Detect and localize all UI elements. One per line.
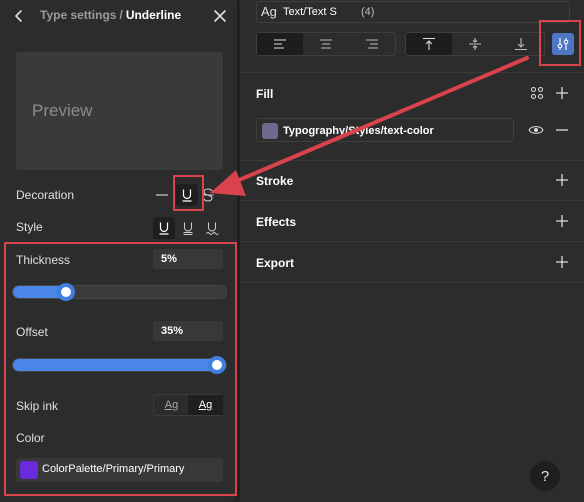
vertical-align-group	[405, 32, 545, 56]
preview-area: Preview	[16, 52, 223, 170]
breadcrumb-separator: /	[119, 8, 123, 22]
effects-section-title: Effects	[256, 215, 297, 229]
eye-icon[interactable]	[528, 123, 544, 137]
section-divider	[240, 241, 584, 242]
annotation-box-underline-options	[4, 242, 237, 496]
breadcrumb-current: Underline	[125, 8, 182, 22]
section-divider	[240, 200, 584, 201]
section-divider	[240, 72, 584, 73]
fill-style-name: Typography/Styles/text-color	[283, 125, 434, 137]
help-button[interactable]: ?	[530, 461, 560, 491]
underline-double-icon[interactable]	[177, 217, 199, 239]
grid-styles-icon[interactable]	[530, 86, 544, 100]
text-style-name: Text/Text S	[283, 6, 337, 18]
decoration-label: Decoration	[16, 188, 75, 202]
text-style-selector[interactable]: Ag Text/Text S (4)	[256, 1, 570, 23]
fill-section-title: Fill	[256, 87, 274, 101]
align-bottom-icon[interactable]	[498, 33, 544, 55]
text-style-size: (4)	[361, 6, 375, 18]
annotation-box-settings	[539, 20, 581, 66]
stroke-section-title: Stroke	[256, 174, 294, 188]
add-export-icon[interactable]	[554, 254, 570, 270]
breadcrumb-parent[interactable]: Type settings	[40, 8, 116, 22]
underline-solid-icon[interactable]	[153, 217, 175, 239]
align-top-icon[interactable]	[406, 33, 452, 55]
underline-style-selector	[153, 217, 223, 239]
horizontal-align-group	[256, 32, 396, 56]
align-middle-icon[interactable]	[452, 33, 498, 55]
line-none-icon[interactable]	[151, 184, 173, 206]
add-fill-icon[interactable]	[554, 85, 570, 101]
align-left-icon[interactable]	[257, 33, 303, 55]
text-style-icon: Ag	[261, 4, 277, 19]
add-effect-icon[interactable]	[554, 213, 570, 229]
close-icon[interactable]	[211, 7, 229, 25]
align-right-icon[interactable]	[349, 33, 395, 55]
remove-fill-icon[interactable]	[554, 122, 570, 138]
fill-swatch[interactable]	[262, 123, 278, 139]
add-stroke-icon[interactable]	[554, 172, 570, 188]
back-arrow-icon[interactable]	[10, 7, 28, 25]
fill-style-row[interactable]: Typography/Styles/text-color	[256, 118, 514, 142]
annotation-box-underline	[173, 175, 204, 211]
design-panel: Ag Text/Text S (4) Fill Typography/Style…	[240, 0, 584, 502]
panel-header: Type settings / Underline	[0, 0, 238, 32]
underline-wavy-icon[interactable]	[201, 217, 223, 239]
export-section-title: Export	[256, 256, 295, 270]
preview-text: Preview	[32, 101, 93, 120]
breadcrumb: Type settings / Underline	[40, 8, 181, 22]
section-divider	[240, 282, 584, 283]
section-divider	[240, 160, 584, 161]
style-label: Style	[16, 220, 43, 234]
align-center-icon[interactable]	[303, 33, 349, 55]
